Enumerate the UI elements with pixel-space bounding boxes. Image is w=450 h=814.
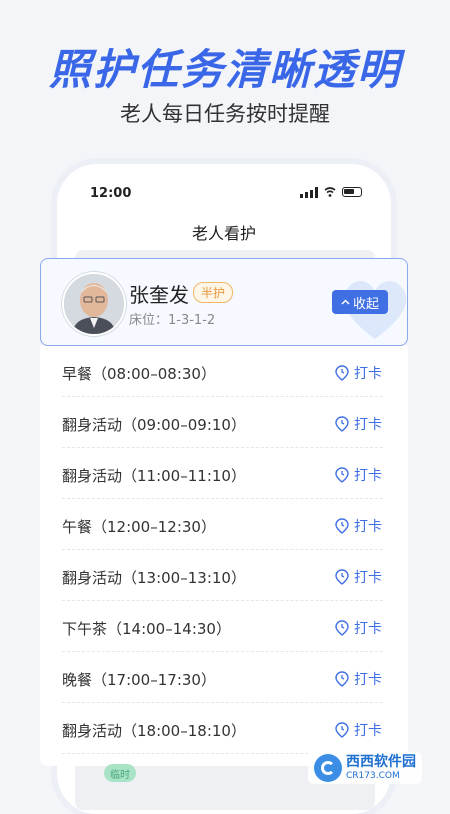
status-icons (300, 186, 362, 198)
task-row: 早餐（08:00–08:30） 打卡 (62, 346, 383, 397)
care-level-badge: 半护 (193, 282, 234, 303)
check-in-label: 打卡 (354, 570, 382, 586)
collapse-label: 收起 (352, 296, 379, 312)
check-in-label: 打卡 (354, 417, 382, 433)
promo-subline: 老人每日任务按时提醒 (120, 102, 330, 126)
page-title: 老人看护 (191, 224, 256, 243)
location-clock-icon (335, 467, 349, 483)
location-clock-icon (335, 518, 349, 534)
check-in-button[interactable]: 打卡 (335, 618, 382, 638)
task-name: 翻身活动（18:00–18:10） (62, 722, 246, 740)
status-time: 12:00 (90, 186, 132, 201)
check-in-label: 打卡 (354, 621, 382, 637)
status-bar: 12:00 (90, 184, 362, 204)
task-row: 翻身活动（13:00–13:10） 打卡 (62, 550, 383, 601)
location-clock-icon (335, 416, 349, 432)
task-name: 下午茶（14:00–14:30） (62, 620, 231, 638)
location-clock-icon (335, 620, 349, 636)
task-list: 早餐（08:00–08:30） 打卡 翻身活动（09:00–09:10） 打卡 … (40, 346, 408, 766)
watermark-logo-icon (314, 754, 342, 782)
resident-name: 张奎发 (129, 283, 189, 307)
check-in-button[interactable]: 打卡 (335, 465, 382, 485)
check-in-button[interactable]: 打卡 (335, 414, 382, 434)
check-in-label: 打卡 (354, 519, 382, 535)
location-clock-icon (335, 722, 349, 738)
check-in-button[interactable]: 打卡 (335, 720, 382, 740)
watermark-text: 西西软件园 CR173.COM (346, 754, 416, 781)
task-name: 早餐（08:00–08:30） (62, 365, 216, 383)
bed-number: 床位：1-3-1-2 (129, 313, 216, 328)
check-in-label: 打卡 (354, 672, 382, 688)
location-clock-icon (335, 365, 349, 381)
task-row: 翻身活动（11:00–11:10） 打卡 (62, 448, 383, 499)
task-row: 翻身活动（09:00–09:10） 打卡 (62, 397, 383, 448)
location-clock-icon (335, 671, 349, 687)
battery-icon (342, 187, 362, 197)
check-in-button[interactable]: 打卡 (335, 516, 382, 536)
chevron-up-icon (341, 298, 350, 305)
task-name: 午餐（12:00–12:30） (62, 518, 216, 536)
check-in-button[interactable]: 打卡 (335, 363, 382, 383)
wifi-icon (324, 187, 336, 197)
task-row: 晚餐（17:00–17:30） 打卡 (62, 652, 383, 703)
task-name: 翻身活动（13:00–13:10） (62, 569, 246, 587)
temporary-tag: 临时 (104, 764, 136, 782)
check-in-label: 打卡 (354, 723, 382, 739)
check-in-button[interactable]: 打卡 (335, 567, 382, 587)
signal-icon (300, 186, 318, 198)
task-row: 下午茶（14:00–14:30） 打卡 (62, 601, 383, 652)
avatar (62, 272, 126, 336)
check-in-label: 打卡 (354, 468, 382, 484)
promo-headline: 照护任务清晰透明 (48, 45, 401, 94)
resident-card: 张奎发 半护 床位：1-3-1-2 收起 (40, 258, 408, 346)
check-in-label: 打卡 (354, 366, 382, 382)
collapse-button[interactable]: 收起 (332, 290, 388, 314)
task-row: 午餐（12:00–12:30） 打卡 (62, 499, 383, 550)
task-name: 翻身活动（11:00–11:10） (62, 467, 246, 485)
check-in-button[interactable]: 打卡 (335, 669, 382, 689)
watermark-brand: 西西软件园 (346, 754, 416, 771)
task-name: 晚餐（17:00–17:30） (62, 671, 216, 689)
watermark: 西西软件园 CR173.COM (308, 752, 422, 784)
location-clock-icon (335, 569, 349, 585)
watermark-domain: CR173.COM (346, 770, 400, 781)
task-row: 翻身活动（18:00–18:10） 打卡 (62, 703, 383, 754)
task-name: 翻身活动（09:00–09:10） (62, 416, 246, 434)
